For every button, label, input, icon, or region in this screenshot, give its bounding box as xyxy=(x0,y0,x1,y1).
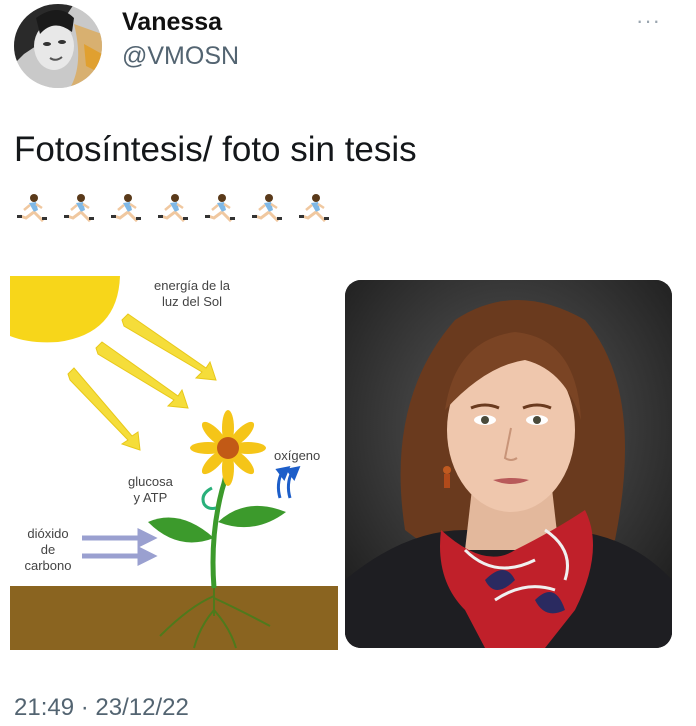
sunflower xyxy=(190,410,266,486)
user-handle[interactable]: @VMOSN xyxy=(122,42,239,71)
display-name[interactable]: Vanessa xyxy=(122,8,222,37)
running-woman-icon xyxy=(17,194,47,223)
tweet-card: Vanessa @VMOSN ··· Fotosíntesis/ foto si… xyxy=(0,0,696,726)
more-options-icon[interactable]: ··· xyxy=(636,8,661,34)
co2-label-line2: de xyxy=(40,542,56,557)
glucose-label: glucosa y ATP xyxy=(128,474,173,506)
running-woman-icon xyxy=(252,194,282,223)
sun-label: energía de la luz del Sol xyxy=(132,278,252,310)
tweet-timestamp[interactable]: 21:49 · 23/12/22 xyxy=(14,694,189,722)
sun-label-line2: luz del Sol xyxy=(162,294,222,309)
running-woman-icon xyxy=(205,194,235,223)
sunlight-arrows xyxy=(67,313,217,451)
tweet-media[interactable]: energía de la luz del Sol oxígeno glucos… xyxy=(10,276,672,650)
co2-label: dióxido de carbono xyxy=(16,526,80,574)
portrait-image xyxy=(345,280,672,648)
emoji-row xyxy=(14,192,332,228)
glucose-arrow xyxy=(201,486,217,510)
running-woman-icon xyxy=(111,194,141,223)
sun-shape xyxy=(10,276,120,343)
co2-label-line3: carbono xyxy=(24,558,72,573)
co2-label-line1: dióxido xyxy=(27,526,69,541)
portrait-photo[interactable] xyxy=(345,280,672,648)
avatar[interactable] xyxy=(14,4,102,88)
left-leaf xyxy=(148,517,214,543)
running-woman-icon xyxy=(64,194,94,223)
glucose-label-line1: glucosa xyxy=(128,474,173,489)
running-woman-icon xyxy=(158,194,188,223)
running-woman-icon xyxy=(299,194,329,223)
oxygen-arrows xyxy=(275,465,301,499)
soil xyxy=(10,586,338,650)
sun-label-line1: energía de la xyxy=(154,278,230,293)
avatar-image xyxy=(14,4,102,88)
oxygen-label: oxígeno xyxy=(274,448,321,463)
co2-arrows xyxy=(82,527,158,567)
glucose-label-line2: y ATP xyxy=(133,490,168,505)
photosynthesis-diagram[interactable]: energía de la luz del Sol oxígeno glucos… xyxy=(10,276,338,650)
right-leaf xyxy=(218,505,286,528)
tweet-text: Fotosíntesis/ foto sin tesis xyxy=(14,130,417,169)
